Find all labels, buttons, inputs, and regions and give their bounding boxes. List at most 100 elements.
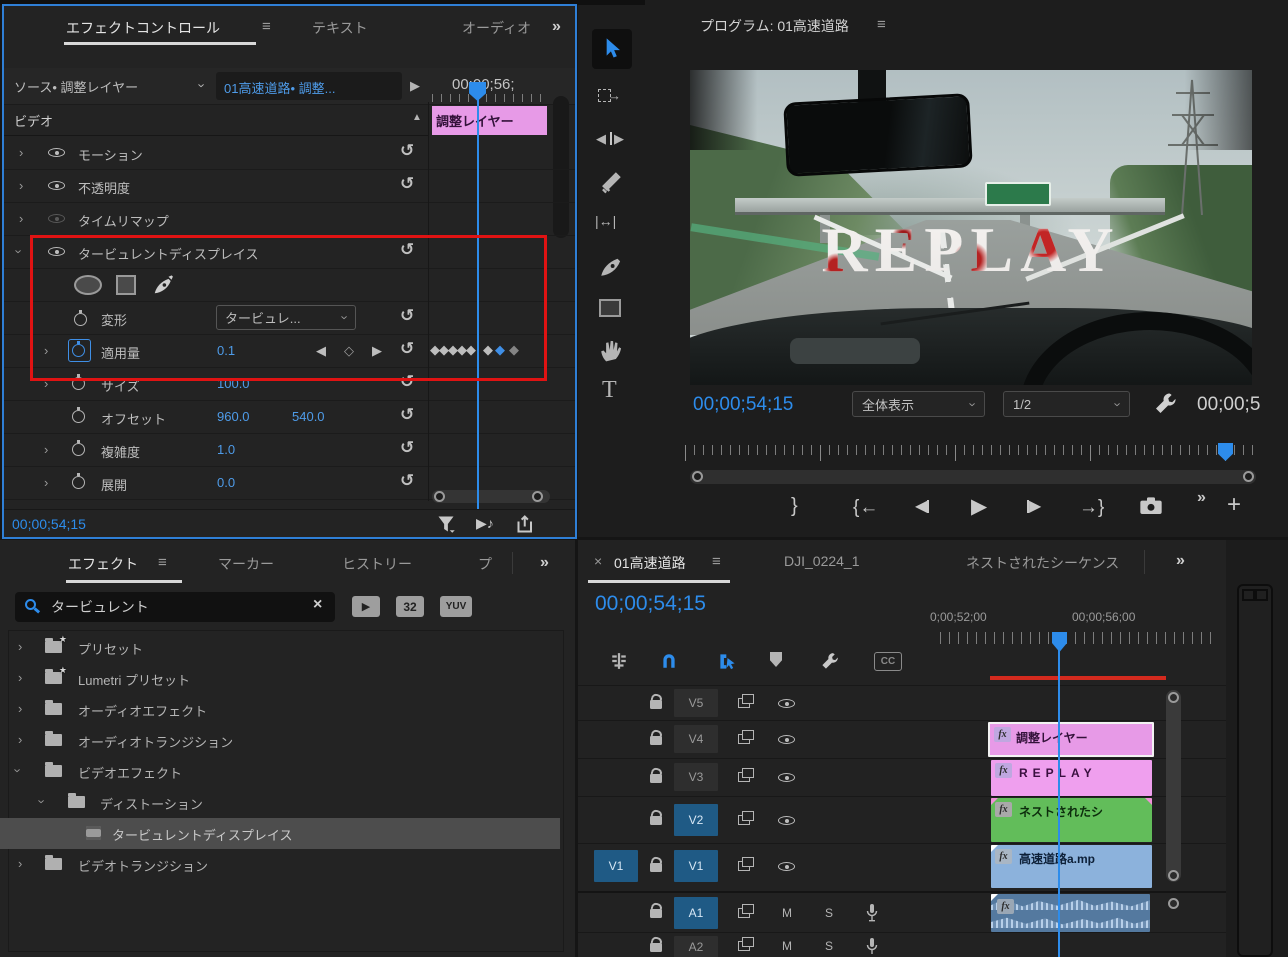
linked-selection-icon[interactable] <box>718 652 737 671</box>
sync-lock-icon[interactable] <box>738 730 754 744</box>
tree-item-video-effects[interactable]: › ビデオエフェクト <box>0 756 562 787</box>
track-eye-icon[interactable] <box>778 862 795 871</box>
eye-icon[interactable] <box>48 181 65 190</box>
lock-icon[interactable] <box>650 816 662 825</box>
source-patch-v1[interactable]: V1 <box>594 850 638 882</box>
tree-item-distortion[interactable]: › ディストーション <box>0 787 562 818</box>
solo-button[interactable]: S <box>820 904 838 922</box>
stopwatch-icon[interactable] <box>72 440 85 456</box>
expander-icon[interactable]: › <box>19 145 23 160</box>
more-panels-icon[interactable]: » <box>552 18 561 36</box>
track-eye-icon[interactable] <box>778 816 795 825</box>
tree-item-presets[interactable]: › ★ プリセット <box>0 632 562 663</box>
scrollbar-handle[interactable] <box>434 491 445 502</box>
eye-icon[interactable] <box>48 247 65 256</box>
track-select-forward-tool[interactable]: → <box>598 85 626 113</box>
32bit-badge[interactable]: 32 <box>396 596 424 617</box>
track-target-v5[interactable]: V5 <box>674 689 718 717</box>
expander-icon[interactable]: › <box>18 856 22 871</box>
more-panels-icon[interactable]: » <box>1176 552 1185 570</box>
timeline-ruler[interactable] <box>940 632 1218 644</box>
stopwatch-icon[interactable] <box>72 473 85 489</box>
param-row-transform[interactable]: 変形 タービュレ... › ↺ <box>4 301 575 335</box>
next-keyframe-icon[interactable]: ▶ <box>372 343 382 359</box>
effect-row-time-remap[interactable]: › タイムリマップ <box>4 202 575 236</box>
keyframe-icon[interactable]: ◆ <box>483 343 493 356</box>
eye-icon[interactable] <box>48 214 65 223</box>
tree-item-audio-effects[interactable]: › オーディオエフェクト <box>0 694 562 725</box>
sync-lock-icon[interactable] <box>738 768 754 782</box>
rect-mask-icon[interactable] <box>116 275 136 295</box>
tree-item-video-transitions[interactable]: › ビデオトランジション <box>0 849 562 880</box>
mute-button[interactable]: M <box>778 937 796 955</box>
scrollbar-handle[interactable] <box>1243 471 1254 482</box>
sync-lock-icon[interactable] <box>738 904 754 918</box>
tab-sequence-2[interactable]: DJI_0224_1 <box>784 553 860 569</box>
track-target-a2[interactable]: A2 <box>674 936 718 957</box>
accelerated-effects-badge[interactable]: ▶ <box>352 596 380 617</box>
reset-icon[interactable]: ↺ <box>400 406 414 423</box>
clear-search-icon[interactable]: × <box>313 596 322 614</box>
reset-icon[interactable]: ↺ <box>400 307 414 324</box>
track-target-v1[interactable]: V1 <box>674 850 718 882</box>
track-target-v2[interactable]: V2 <box>674 804 718 836</box>
sync-lock-icon[interactable] <box>738 811 754 825</box>
panel-menu-icon[interactable]: ≡ <box>262 18 271 35</box>
tab-markers[interactable]: マーカー <box>218 554 274 574</box>
expander-icon[interactable]: › <box>19 211 23 226</box>
stopwatch-icon[interactable] <box>72 407 85 423</box>
export-frame-button[interactable] <box>1139 496 1163 516</box>
play-button[interactable]: ▶ <box>971 496 987 517</box>
tab-sequence-active[interactable]: 01高速道路 <box>614 553 686 573</box>
keyframe-icon[interactable]: ◆ <box>466 343 476 356</box>
ec-mini-clip[interactable]: 調整レイヤー <box>432 106 547 135</box>
expander-icon[interactable]: › <box>18 639 22 654</box>
lock-icon[interactable] <box>650 774 662 783</box>
panel-menu-icon[interactable]: ≡ <box>158 554 167 571</box>
scrollbar-handle[interactable] <box>1168 692 1179 703</box>
zoom-handle-square[interactable] <box>1242 589 1255 601</box>
tab-sequence-3[interactable]: ネストされたシーケンス <box>966 553 1119 573</box>
expander-icon[interactable]: › <box>11 768 26 772</box>
sync-lock-icon[interactable] <box>738 937 754 951</box>
ec-timecode[interactable]: 00;00;54;15 <box>12 516 86 532</box>
expander-icon[interactable]: › <box>19 178 23 193</box>
track-eye-icon[interactable] <box>778 699 795 708</box>
mute-button[interactable]: M <box>778 904 796 922</box>
reset-icon[interactable]: ↺ <box>400 175 414 192</box>
reset-icon[interactable]: ↺ <box>400 439 414 456</box>
transform-dropdown[interactable]: タービュレ... › <box>216 305 356 330</box>
tab-history[interactable]: ヒストリー <box>342 554 412 574</box>
scrollbar-handle[interactable] <box>1168 898 1179 909</box>
expander-icon[interactable]: › <box>44 343 48 358</box>
solo-button[interactable]: S <box>820 937 838 955</box>
panel-menu-icon[interactable]: ≡ <box>712 553 721 570</box>
more-buttons-icon[interactable]: » <box>1197 490 1206 506</box>
panel-menu-icon[interactable]: ≡ <box>877 16 886 33</box>
reset-icon[interactable]: ↺ <box>400 373 414 390</box>
track-target-a1[interactable]: A1 <box>674 897 718 929</box>
stopwatch-icon[interactable] <box>72 374 85 390</box>
ripple-edit-tool[interactable]: ◀ ▶ <box>596 127 628 155</box>
tab-text[interactable]: テキスト <box>312 18 368 38</box>
clip-adjustment-layer[interactable]: fx 調整レイヤー <box>988 722 1154 757</box>
tab-effects[interactable]: エフェクト <box>68 554 138 574</box>
expander-icon[interactable]: › <box>44 442 48 457</box>
captions-cc-icon[interactable]: CC <box>874 652 902 671</box>
reset-icon[interactable]: ↺ <box>400 241 414 258</box>
param-row-offset[interactable]: オフセット 960.0 540.0 ↺ <box>4 400 575 434</box>
scrollbar-handle[interactable] <box>1168 870 1179 881</box>
timeline-playhead-line[interactable] <box>1058 640 1060 957</box>
param-value-x[interactable]: 960.0 <box>217 409 250 424</box>
lock-icon[interactable] <box>650 700 662 709</box>
stopwatch-icon[interactable] <box>74 310 87 326</box>
tab-audio[interactable]: オーディオ <box>462 18 557 38</box>
param-value[interactable]: 1.0 <box>217 442 235 457</box>
fx-badge[interactable]: fx <box>995 763 1012 778</box>
param-row-amount[interactable]: › 適用量 0.1 ◀ ◇ ▶ ↺ ◆ ◆ ◆ ◆ ◆ ◆ ◆ ◆ <box>4 334 575 368</box>
lock-icon[interactable] <box>650 909 662 918</box>
timeline-settings-wrench-icon[interactable] <box>820 652 839 671</box>
track-eye-icon[interactable] <box>778 735 795 744</box>
param-row-complexity[interactable]: › 複雑度 1.0 ↺ <box>4 433 575 467</box>
zoom-level-dropdown[interactable]: 全体表示 › <box>852 391 985 417</box>
